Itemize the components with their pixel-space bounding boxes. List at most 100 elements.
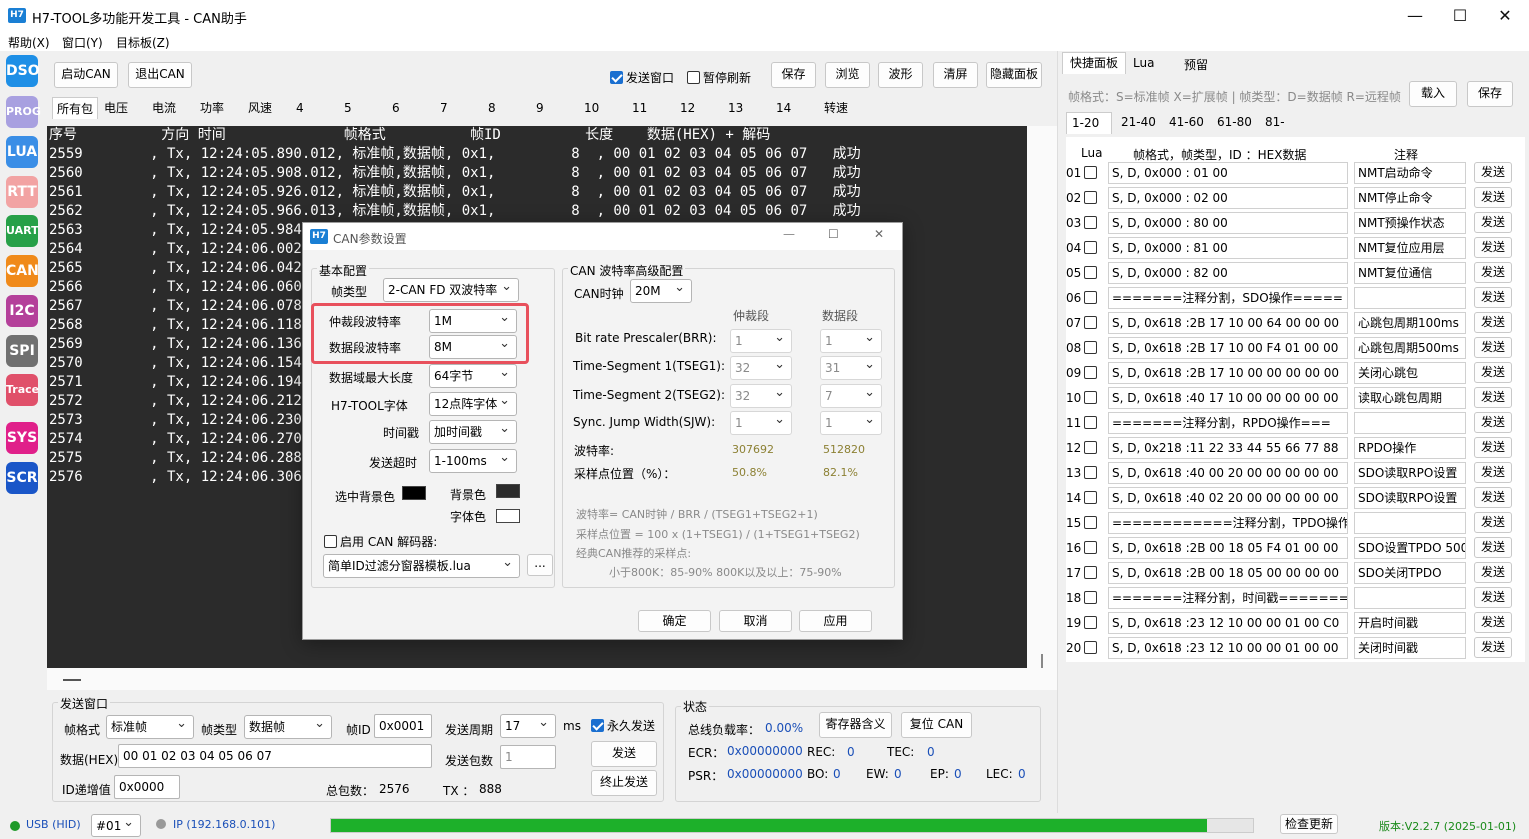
page-tab-4[interactable]: 81-100: [1260, 112, 1306, 149]
lua-checkbox[interactable]: [1084, 166, 1097, 179]
tab-2[interactable]: 电流: [148, 97, 194, 119]
save-quick-button[interactable]: 保存: [1467, 81, 1513, 107]
row-send-button[interactable]: 发送: [1474, 437, 1512, 458]
row-send-button[interactable]: 发送: [1474, 337, 1512, 358]
lua-checkbox[interactable]: [1084, 341, 1097, 354]
lua-checkbox[interactable]: [1084, 441, 1097, 454]
command-input[interactable]: S, D, 0x218 :11 22 33 44 55 66 77 88: [1108, 437, 1348, 459]
tseg1-data-select[interactable]: 31: [820, 354, 882, 380]
maximize-button[interactable]: ☐: [1437, 0, 1483, 31]
note-input[interactable]: NMT预操作状态: [1354, 212, 1466, 234]
data-hex-input[interactable]: 00 01 02 03 04 05 06 07: [118, 744, 432, 768]
frame-id-input[interactable]: 0x0001: [374, 714, 432, 738]
note-input[interactable]: NMT复位通信: [1354, 262, 1466, 284]
lua-checkbox[interactable]: [1084, 466, 1097, 479]
sidebar-spi-icon[interactable]: SPI: [6, 335, 38, 367]
data-baud-select[interactable]: 8M: [429, 333, 517, 359]
max-length-select[interactable]: 64字节: [429, 362, 517, 388]
row-send-button[interactable]: 发送: [1474, 487, 1512, 508]
command-input[interactable]: S, D, 0x618 :40 17 10 00 00 00 00 00: [1108, 387, 1348, 409]
tab-3[interactable]: 功率: [196, 97, 242, 119]
command-input[interactable]: =======注释分割，RPDO操作===: [1108, 412, 1348, 434]
row-send-button[interactable]: 发送: [1474, 362, 1512, 383]
note-input[interactable]: 心跳包周期500ms: [1354, 337, 1466, 359]
note-input[interactable]: [1354, 412, 1466, 434]
row-send-button[interactable]: 发送: [1474, 537, 1512, 558]
row-send-button[interactable]: 发送: [1474, 312, 1512, 333]
note-input[interactable]: 读取心跳包周期: [1354, 387, 1466, 409]
row-send-button[interactable]: 发送: [1474, 612, 1512, 633]
tab-15[interactable]: 14: [772, 97, 818, 119]
lua-checkbox[interactable]: [1084, 316, 1097, 329]
tab-13[interactable]: 12: [676, 97, 722, 119]
sidebar-scr-icon[interactable]: SCR: [6, 462, 38, 494]
command-input[interactable]: S, D, 0x618 :40 02 20 00 00 00 00 00: [1108, 487, 1348, 509]
reset-can-button[interactable]: 复位 CAN: [901, 712, 972, 738]
note-input[interactable]: 关闭时间戳: [1354, 637, 1466, 659]
command-input[interactable]: S, D, 0x618 :2B 17 10 00 00 00 00 00: [1108, 362, 1348, 384]
stop-send-button[interactable]: 终止发送: [591, 770, 657, 796]
sjw-data-select[interactable]: 1: [820, 409, 882, 435]
lua-checkbox[interactable]: [1084, 491, 1097, 504]
send-timeout-select[interactable]: 1-100ms: [429, 447, 517, 473]
note-input[interactable]: 关闭心跳包: [1354, 362, 1466, 384]
tab-4[interactable]: 风速: [244, 97, 290, 119]
tseg2-data-select[interactable]: 7: [820, 382, 882, 408]
lua-checkbox[interactable]: [1084, 541, 1097, 554]
tab-9[interactable]: 8: [484, 97, 530, 119]
command-input[interactable]: S, D, 0x618 :40 00 20 00 00 00 00 00: [1108, 462, 1348, 484]
tseg1-arb-select[interactable]: 32: [730, 354, 792, 380]
device-select[interactable]: #01: [91, 812, 141, 837]
register-meaning-button[interactable]: 寄存器含义: [819, 712, 892, 738]
lua-checkbox[interactable]: [1084, 191, 1097, 204]
command-input[interactable]: S, D, 0x618 :2B 00 18 05 00 00 00 00: [1108, 562, 1348, 584]
lua-checkbox[interactable]: [1084, 291, 1097, 304]
can-clock-select[interactable]: 20M: [630, 277, 692, 303]
tool-font-select[interactable]: 12点阵字体: [429, 390, 517, 416]
dialog-cancel-button[interactable]: 取消: [719, 610, 792, 632]
page-tab-1[interactable]: 21-40: [1116, 112, 1162, 134]
lua-checkbox[interactable]: [1084, 241, 1097, 254]
timestamp-select[interactable]: 加时间戳: [429, 418, 517, 444]
command-input[interactable]: S, D, 0x618 :2B 00 18 05 F4 01 00 00: [1108, 537, 1348, 559]
lua-checkbox[interactable]: [1084, 616, 1097, 629]
sidebar-prog-icon[interactable]: PROG: [6, 96, 41, 128]
command-input[interactable]: S, D, 0x618 :2B 17 10 00 64 00 00 00: [1108, 312, 1348, 334]
note-input[interactable]: NMT启动命令: [1354, 162, 1466, 184]
send-window-checkbox[interactable]: 发送窗口: [610, 69, 674, 86]
command-input[interactable]: S, D, 0x618 :2B 17 10 00 F4 01 00 00: [1108, 337, 1348, 359]
dialog-apply-button[interactable]: 应用: [799, 610, 872, 632]
close-button[interactable]: ✕: [1482, 0, 1528, 31]
note-input[interactable]: 开启时间戳: [1354, 612, 1466, 634]
tab-5[interactable]: 4: [292, 97, 338, 119]
sjw-arb-select[interactable]: 1: [730, 409, 792, 435]
tab-16[interactable]: 转速: [820, 97, 866, 119]
command-input[interactable]: S, D, 0x000 : 02 00: [1108, 187, 1348, 209]
console-scrollbar[interactable]: [1027, 126, 1057, 668]
scroll-thumb[interactable]: [63, 679, 81, 681]
lua-checkbox[interactable]: [1084, 516, 1097, 529]
row-send-button[interactable]: 发送: [1474, 512, 1512, 533]
command-input[interactable]: S, D, 0x000 : 01 00: [1108, 162, 1348, 184]
note-input[interactable]: RPDO操作: [1354, 437, 1466, 459]
menu-help[interactable]: 帮助(X): [8, 34, 50, 51]
dialog-minimize-button[interactable]: —: [783, 227, 795, 241]
sidebar-sys-icon[interactable]: SYS: [6, 422, 38, 454]
sidebar-uart-icon[interactable]: UART: [6, 215, 39, 247]
page-tab-3[interactable]: 61-80: [1212, 112, 1258, 134]
tab-reserved[interactable]: 预留: [1184, 56, 1208, 73]
dialog-maximize-button[interactable]: ☐: [828, 227, 839, 241]
dialog-close-button[interactable]: ✕: [874, 227, 884, 241]
lua-checkbox[interactable]: [1084, 641, 1097, 654]
sidebar-rtt-icon[interactable]: RTT: [6, 176, 38, 208]
row-send-button[interactable]: 发送: [1474, 262, 1512, 283]
note-input[interactable]: SDO读取RPO设置: [1354, 462, 1466, 484]
pause-refresh-checkbox[interactable]: 暂停刷新: [687, 69, 751, 86]
row-send-button[interactable]: 发送: [1474, 462, 1512, 483]
sidebar-dso-icon[interactable]: DSO: [6, 55, 40, 87]
sidebar-i2c-icon[interactable]: I2C: [6, 295, 38, 327]
row-send-button[interactable]: 发送: [1474, 187, 1512, 208]
lua-checkbox[interactable]: [1084, 366, 1097, 379]
command-input[interactable]: S, D, 0x618 :23 12 10 00 00 01 00 C0: [1108, 612, 1348, 634]
selected-bg-swatch[interactable]: [402, 486, 426, 500]
